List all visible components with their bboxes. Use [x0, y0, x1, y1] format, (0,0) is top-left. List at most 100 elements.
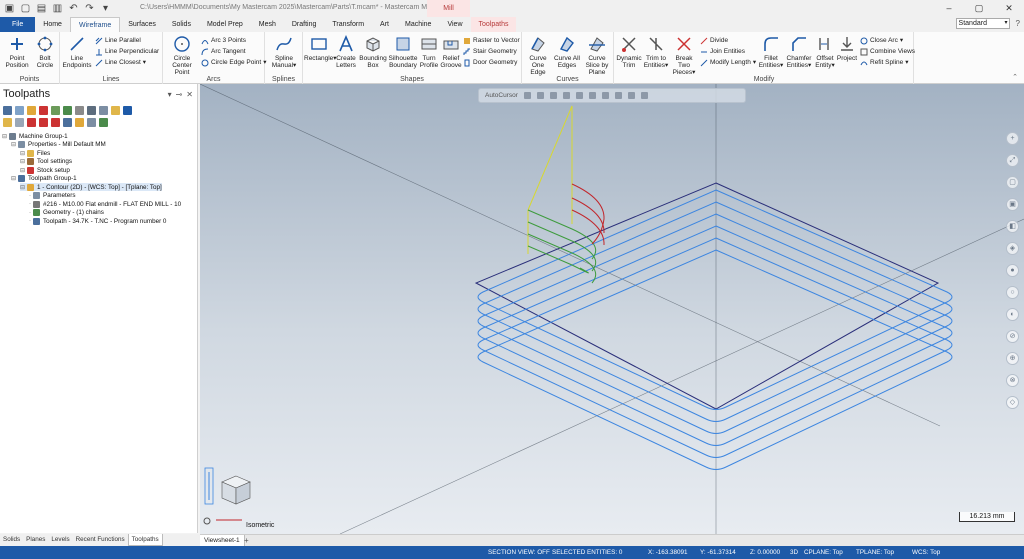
simulate-icon[interactable] [75, 106, 84, 115]
tab-home[interactable]: Home [35, 17, 70, 32]
delete-icon[interactable] [111, 106, 120, 115]
view-cube[interactable] [203, 467, 251, 525]
tab-machine[interactable]: Machine [397, 17, 439, 32]
window-select-icon[interactable] [601, 92, 609, 99]
solid-select-icon[interactable] [614, 92, 622, 99]
mode-toggle[interactable]: 3D [790, 546, 798, 559]
save-icon[interactable]: ▣ [4, 3, 15, 14]
join-entities-button[interactable]: Join Entities [700, 47, 745, 56]
tab-toolpaths[interactable]: Toolpaths [470, 17, 517, 32]
relief-groove-button[interactable]: Relief Groove [440, 35, 462, 69]
selected-entities-status[interactable]: SELECTED ENTITIES: 0 [552, 546, 622, 559]
select-failed-icon[interactable] [15, 106, 24, 115]
point-position-button[interactable]: Point Position [3, 35, 31, 69]
help-icon[interactable]: ? [1016, 19, 1020, 28]
section-view-icon[interactable]: ⊘ [1006, 330, 1019, 343]
expand-icon[interactable]: ⊟ [20, 184, 25, 191]
tree-item[interactable]: · Toolpath - 34.7K - T.NC - Program numbe… [29, 217, 166, 225]
circle-center-point-button[interactable]: Circle Center Point [165, 35, 199, 76]
open-icon[interactable]: ▤ [36, 3, 47, 14]
regenerate-icon[interactable] [27, 106, 36, 115]
verify-icon[interactable] [63, 106, 72, 115]
move-insert-up-icon[interactable] [51, 118, 60, 127]
fit-icon[interactable]: ⤢ [1006, 154, 1019, 167]
expand-icon[interactable]: ⊟ [11, 141, 16, 148]
shade-icon[interactable]: ● [1006, 264, 1019, 277]
modify-length-button[interactable]: Modify Length ▾ [700, 58, 756, 67]
tab-file[interactable]: File [0, 17, 36, 32]
backplot-icon[interactable] [51, 106, 60, 115]
top-view-icon[interactable]: ▢ [1006, 176, 1019, 189]
divide-button[interactable]: Divide [700, 36, 728, 45]
lock-icon[interactable] [3, 118, 12, 127]
toolpath-contours[interactable] [477, 189, 953, 470]
grid-icon[interactable] [549, 92, 557, 99]
tab-wireframe[interactable]: Wireframe [69, 17, 121, 32]
point-snap-icon[interactable] [523, 92, 531, 99]
arc-3-points-button[interactable]: Arc 3 Points [201, 36, 246, 45]
right-view-icon[interactable]: ◧ [1006, 220, 1019, 233]
close-arc-button[interactable]: Close Arc ▾ [860, 36, 903, 45]
expand-icon[interactable]: ⊟ [20, 158, 25, 165]
combine-views-button[interactable]: Combine Views [860, 47, 915, 56]
rectangle-button[interactable]: Rectangle▾ [304, 35, 337, 62]
axes-icon[interactable]: ⊕ [1006, 352, 1019, 365]
close-icon[interactable]: ✕ [994, 0, 1024, 17]
section-view-status[interactable]: SECTION VIEW: OFF [488, 546, 550, 559]
toggle-display-icon[interactable] [15, 118, 24, 127]
arc-tangent-button[interactable]: Arc Tangent [201, 47, 246, 56]
display-selected-icon[interactable] [87, 118, 96, 127]
post-icon[interactable] [87, 106, 96, 115]
tab-surfaces[interactable]: Surfaces [120, 17, 164, 32]
silhouette-boundary-button[interactable]: Silhouette Boundary [388, 35, 418, 69]
door-geometry-button[interactable]: Door Geometry [463, 58, 517, 67]
tab-mesh[interactable]: Mesh [251, 17, 284, 32]
tree-item[interactable]: ⊟ Stock setup [20, 166, 70, 174]
rotate-icon[interactable] [627, 92, 635, 99]
move-insert-down-icon[interactable] [39, 118, 48, 127]
expand-icon[interactable]: ⊟ [2, 133, 7, 140]
circle-edge-point-button[interactable]: Circle Edge Point ▾ [201, 58, 267, 67]
tab-solids[interactable]: Solids [164, 17, 199, 32]
scroll-insert-icon[interactable] [75, 118, 84, 127]
tree-item[interactable]: ⊟ 1 - Contour (2D) - [WCS: Top] - [Tplane… [20, 183, 162, 191]
select-all-icon[interactable] [3, 106, 12, 115]
bolt-circle-button[interactable]: Bolt Circle [32, 35, 58, 69]
trim-to-entities-button[interactable]: Trim to Entities▾ [643, 35, 669, 69]
tree-item[interactable]: · Parameters [29, 192, 76, 200]
display-all-icon[interactable] [99, 118, 108, 127]
expand-icon[interactable]: ⊟ [20, 150, 25, 157]
cplane-status[interactable]: CPLANE: Top [804, 546, 843, 559]
tree-item[interactable]: ⊟ Machine Group-1 [2, 132, 68, 140]
toggle-post-icon[interactable] [27, 118, 36, 127]
gnomon-icon[interactable]: ⊗ [1006, 374, 1019, 387]
tab-art[interactable]: Art [372, 17, 397, 32]
print-icon[interactable]: ▥ [52, 3, 63, 14]
tree-item[interactable]: · #216 - M10.00 Flat endmill - FLAT END M… [29, 200, 181, 208]
turn-profile-button[interactable]: Turn Profile [418, 35, 440, 69]
line-closest-button[interactable]: Line Closest ▾ [95, 58, 146, 67]
expand-icon[interactable]: · [29, 193, 31, 199]
stair-geometry-button[interactable]: Stair Geometry [463, 47, 517, 56]
zoom-in-icon[interactable]: + [1006, 132, 1019, 145]
insert-after-icon[interactable] [63, 118, 72, 127]
tree-item[interactable]: ⊟ Tool settings [20, 158, 72, 166]
break-two-pieces-button[interactable]: Break Two Pieces▾ [670, 35, 698, 76]
minimize-icon[interactable]: – [934, 0, 964, 17]
tree-item[interactable]: ⊟ Toolpath Group-1 [11, 175, 77, 183]
standard-select[interactable]: Standard ▾ [955, 18, 1010, 29]
curve-slice-by-plane-button[interactable]: Curve Slice by Plane [582, 35, 612, 76]
snap-icon[interactable] [536, 92, 544, 99]
refresh-icon[interactable] [640, 92, 648, 99]
expand-icon[interactable]: · [29, 210, 31, 216]
viewsheet-tab[interactable]: Viewsheet-1 [200, 535, 245, 546]
expand-icon[interactable]: · [29, 201, 31, 207]
panel-tab-solids[interactable]: Solids [0, 534, 23, 546]
tab-model-prep[interactable]: Model Prep [199, 17, 251, 32]
tree-item[interactable]: · Geometry - (1) chains [29, 209, 104, 217]
filter-icon[interactable] [575, 92, 583, 99]
panel-tab-toolpaths[interactable]: Toolpaths [127, 534, 163, 546]
tab-view[interactable]: View [439, 17, 470, 32]
highfeed-icon[interactable] [99, 106, 108, 115]
spline-manual-button[interactable]: Spline Manual▾ [268, 35, 300, 69]
